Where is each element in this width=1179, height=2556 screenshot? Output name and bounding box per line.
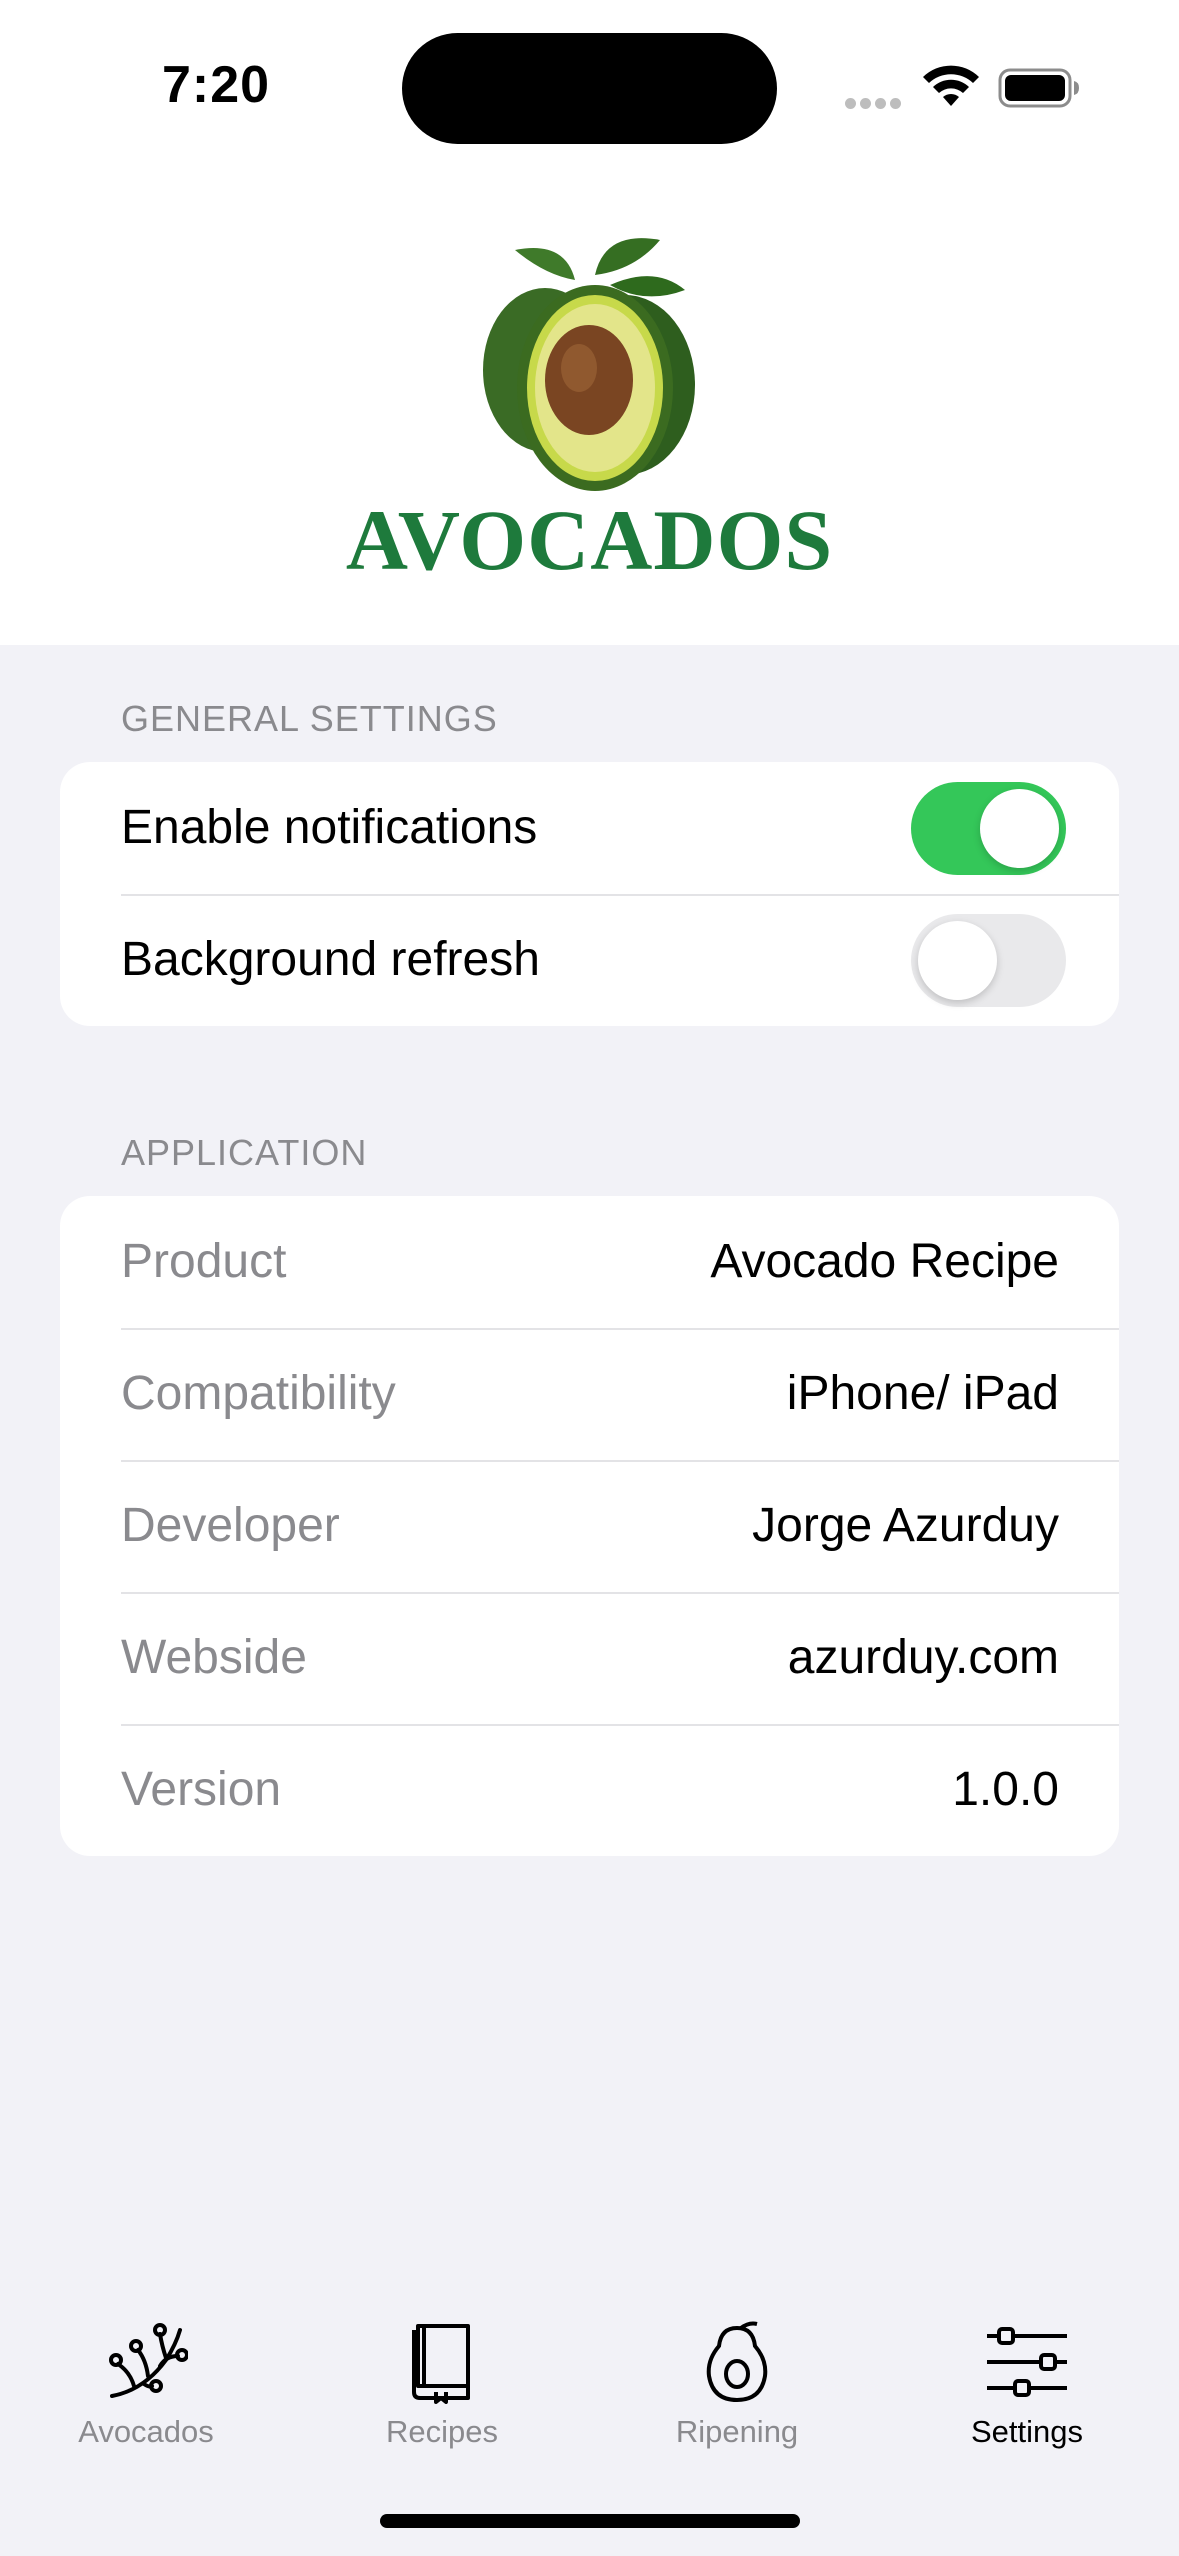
wifi-icon (923, 65, 979, 106)
cellular-signal-icon (845, 96, 905, 109)
compatibility-value: iPhone/ iPad (786, 1367, 1059, 1420)
application-header: APPLICATION (121, 1132, 368, 1173)
notifications-row: Enable notifications (60, 762, 1119, 894)
notifications-toggle[interactable] (911, 782, 1066, 875)
background-refresh-toggle[interactable] (911, 914, 1066, 1007)
toggle-knob (980, 789, 1059, 868)
tab-avocados-label: Avocados (78, 2414, 214, 2449)
tab-ripening-label: Ripening (675, 2414, 799, 2449)
sliders-icon (987, 2327, 1067, 2397)
version-label: Version (121, 1763, 282, 1816)
tab-ripening[interactable]: Ripening (607, 2320, 867, 2450)
product-row: Product Avocado Recipe (60, 1196, 1119, 1328)
avocado-logo (483, 238, 695, 491)
website-label: Webside (121, 1631, 307, 1684)
toggle-knob (918, 921, 997, 1000)
tab-avocados[interactable]: Avocados (16, 2320, 276, 2450)
header: AVOCADOS (0, 160, 1179, 645)
website-link[interactable]: azurduy.com (788, 1630, 1059, 1685)
general-settings-header: GENERAL SETTINGS (121, 698, 498, 739)
developer-label: Developer (121, 1499, 340, 1552)
version-row: Version 1.0.0 (60, 1724, 1119, 1856)
notifications-label: Enable notifications (121, 801, 538, 854)
compatibility-row: Compatibility iPhone/ iPad (60, 1328, 1119, 1460)
product-label: Product (121, 1235, 287, 1288)
application-card: Product Avocado Recipe Compatibility iPh… (60, 1196, 1119, 1856)
tab-recipes[interactable]: Recipes (312, 2320, 572, 2450)
tab-settings[interactable]: Settings (897, 2320, 1157, 2450)
status-bar: 7:20 (0, 0, 1179, 160)
developer-row: Developer Jorge Azurduy (60, 1460, 1119, 1592)
background-refresh-label: Background refresh (121, 933, 540, 986)
background-refresh-row: Background refresh (60, 894, 1119, 1026)
version-value: 1.0.0 (952, 1763, 1059, 1816)
book-icon (412, 2324, 470, 2404)
branch-icon (109, 2323, 188, 2398)
product-value: Avocado Recipe (710, 1235, 1059, 1288)
compatibility-label: Compatibility (121, 1367, 396, 1420)
home-indicator[interactable] (380, 2514, 800, 2528)
app-title: AVOCADOS (345, 492, 834, 588)
status-time: 7:20 (162, 56, 271, 114)
avocado-icon (706, 2321, 768, 2403)
tab-recipes-label: Recipes (386, 2414, 498, 2449)
website-row[interactable]: Webside azurduy.com (60, 1592, 1119, 1724)
general-settings-card: Enable notifications Background refresh (60, 762, 1119, 1026)
developer-value: Jorge Azurduy (752, 1499, 1059, 1552)
battery-icon (998, 68, 1079, 108)
tab-settings-label: Settings (970, 2414, 1083, 2449)
dynamic-island (402, 33, 777, 144)
